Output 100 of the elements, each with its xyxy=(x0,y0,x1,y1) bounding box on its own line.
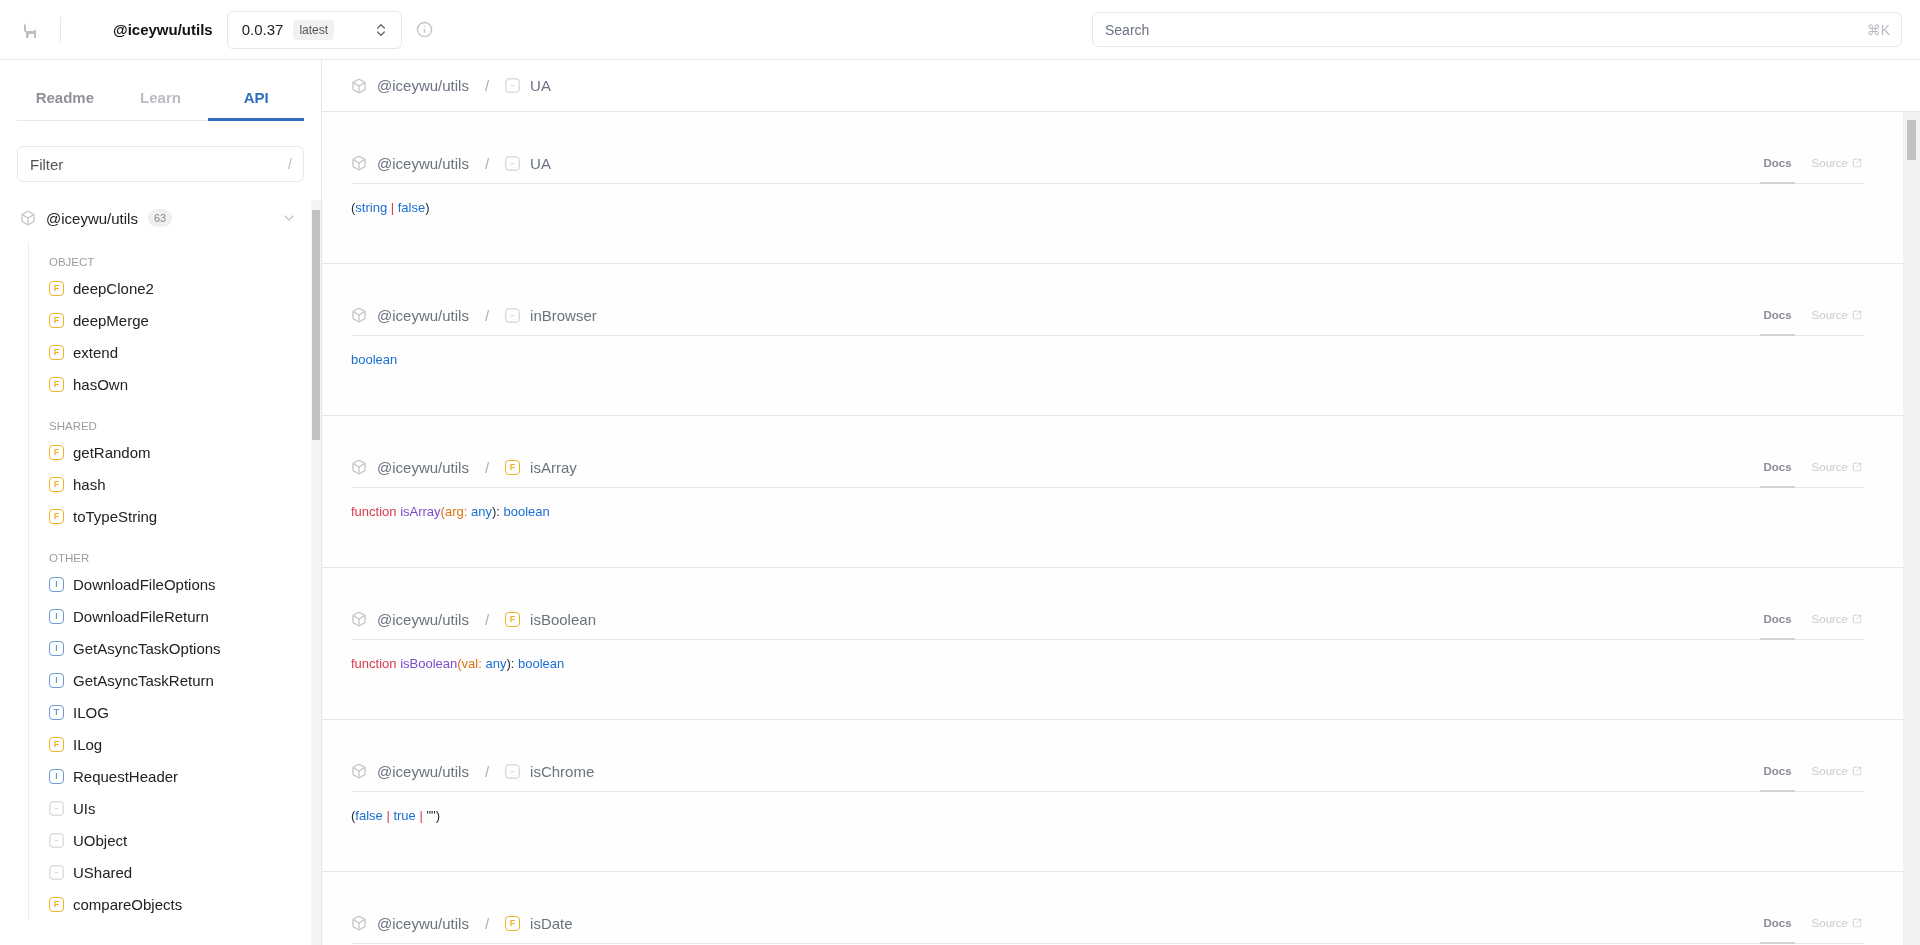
card-package[interactable]: @iceywu/utils xyxy=(377,610,469,628)
group-title: OBJECT xyxy=(49,255,96,270)
scrollbar[interactable] xyxy=(311,200,321,945)
package-name: @iceywu/utils xyxy=(113,21,213,38)
group-title: OTHER xyxy=(49,551,91,566)
sidebar-item[interactable]: F ILog xyxy=(49,728,311,760)
package-icon xyxy=(351,763,367,779)
card-symbol: inBrowser xyxy=(530,306,597,324)
breadcrumb-separator: / xyxy=(484,458,490,476)
count-badge: 63 xyxy=(147,209,173,227)
function-kind-icon: F xyxy=(49,444,64,460)
variable-icon xyxy=(505,763,521,779)
type-signature: (false | true | "") xyxy=(351,807,441,825)
sidebar-item[interactable]: F hasOwn xyxy=(49,368,311,400)
breadcrumb-separator: / xyxy=(484,762,490,780)
card-symbol: isChrome xyxy=(530,762,595,780)
sidebar-item[interactable]: F deepClone2 xyxy=(49,272,311,304)
card-link[interactable]: Docs xyxy=(1760,903,1795,944)
info-icon[interactable] xyxy=(415,21,433,38)
package-icon xyxy=(351,77,367,94)
breadcrumb-separator: / xyxy=(484,914,490,932)
variable-icon xyxy=(505,78,521,93)
external-link-icon xyxy=(1852,157,1862,168)
card-symbol: isDate xyxy=(530,914,573,932)
group-title: SHARED xyxy=(49,419,98,434)
sidebar-item[interactable]: F getRandom xyxy=(49,436,311,468)
function-kind-icon: F xyxy=(49,312,64,328)
function-kind-icon: F xyxy=(49,508,64,524)
type-signature: boolean xyxy=(351,351,399,369)
card-package[interactable]: @iceywu/utils xyxy=(377,306,469,324)
sidebar-tab[interactable]: API xyxy=(208,77,304,121)
function-kind-icon: F xyxy=(49,476,64,492)
variable-icon xyxy=(505,307,521,323)
card-package[interactable]: @iceywu/utils xyxy=(377,762,469,780)
breadcrumb-separator: / xyxy=(484,154,490,172)
card-symbol: isArray xyxy=(530,458,577,476)
function-kind-icon: F xyxy=(49,896,64,912)
type-signature: function isArray(arg: any): boolean xyxy=(351,503,551,521)
function-kind-icon: F xyxy=(505,611,521,627)
card-link[interactable]: Docs xyxy=(1760,751,1795,792)
sidebar-item[interactable]: T ILOG xyxy=(49,696,311,728)
sidebar-tab[interactable]: Readme xyxy=(17,77,113,121)
package-icon xyxy=(351,307,367,323)
type-signature: (string | false) xyxy=(351,199,431,217)
variable-icon xyxy=(505,155,521,171)
package-name[interactable]: @iceywu/utils xyxy=(46,209,138,227)
sidebar-item[interactable]: F extend xyxy=(49,336,311,368)
external-link-icon xyxy=(1852,461,1862,472)
function-kind-icon: F xyxy=(49,344,64,360)
external-link-icon xyxy=(1852,613,1862,624)
sidebar-item[interactable]: I GetAsyncTaskOptions xyxy=(49,632,311,664)
sidebar-item[interactable]: F hash xyxy=(49,468,311,500)
shortcut-hint: / xyxy=(288,156,292,172)
sidebar-item[interactable]: I GetAsyncTaskReturn xyxy=(49,664,311,696)
sidebar-item[interactable]: I DownloadFileReturn xyxy=(49,600,311,632)
package-icon xyxy=(351,611,367,627)
function-kind-icon: F xyxy=(49,376,64,392)
variable-icon xyxy=(49,800,64,816)
card-symbol: UA xyxy=(530,154,551,172)
interface-kind-icon: I xyxy=(49,640,64,656)
package-icon xyxy=(351,459,367,475)
sidebar-item[interactable]: I DownloadFileOptions xyxy=(49,568,311,600)
sidebar-item[interactable]: UObject xyxy=(49,824,311,856)
card-link[interactable]: Docs xyxy=(1760,143,1795,184)
breadcrumb-package[interactable]: @iceywu/utils xyxy=(377,77,469,94)
interface-kind-icon: I xyxy=(49,768,64,784)
breadcrumb-symbol: UA xyxy=(530,77,551,94)
type-signature: function isBoolean(val: any): boolean xyxy=(351,655,566,673)
interface-kind-icon: I xyxy=(49,576,64,592)
version-select[interactable]: 0.0.37 latest xyxy=(226,10,402,49)
package-icon xyxy=(20,210,36,226)
card-link[interactable]: Docs xyxy=(1760,447,1795,488)
function-kind-icon: F xyxy=(505,915,521,931)
function-kind-icon: F xyxy=(49,280,64,296)
card-link[interactable]: Docs xyxy=(1760,295,1795,336)
sidebar-item[interactable]: UShared xyxy=(49,856,311,888)
sidebar-item[interactable]: UIs xyxy=(49,792,311,824)
version-tag: latest xyxy=(293,19,335,40)
scrollbar[interactable] xyxy=(1903,112,1920,945)
external-link-icon xyxy=(1852,917,1862,928)
breadcrumb-separator: / xyxy=(484,77,490,94)
card-package[interactable]: @iceywu/utils xyxy=(377,914,469,932)
card-link[interactable]: Docs xyxy=(1760,599,1795,640)
sidebar-item[interactable]: F compareObjects xyxy=(49,888,311,920)
type-kind-icon: T xyxy=(49,704,64,720)
card-package[interactable]: @iceywu/utils xyxy=(377,154,469,172)
breadcrumb-separator: / xyxy=(484,610,490,628)
function-kind-icon: F xyxy=(49,736,64,752)
sidebar-item[interactable]: I RequestHeader xyxy=(49,760,311,792)
variable-icon xyxy=(49,832,64,848)
breadcrumb-separator: / xyxy=(484,306,490,324)
card-package[interactable]: @iceywu/utils xyxy=(377,458,469,476)
card-symbol: isBoolean xyxy=(530,610,596,628)
external-link-icon xyxy=(1852,765,1862,776)
sidebar-item[interactable]: F deepMerge xyxy=(49,304,311,336)
interface-kind-icon: I xyxy=(49,672,64,688)
variable-icon xyxy=(49,864,64,880)
sidebar-item[interactable]: F toTypeString xyxy=(49,500,311,532)
function-kind-icon: F xyxy=(505,459,521,475)
shortcut-hint: ⌘K xyxy=(1866,21,1890,38)
